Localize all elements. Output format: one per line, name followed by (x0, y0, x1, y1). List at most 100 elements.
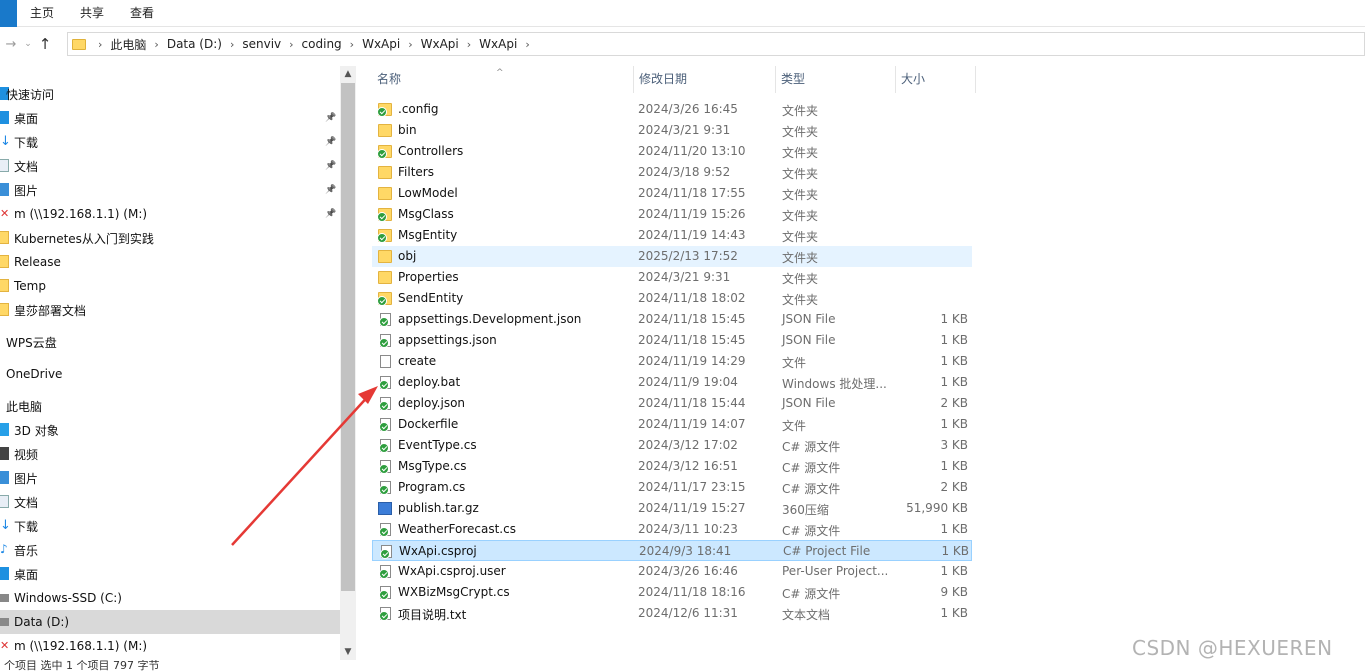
file-row[interactable]: appsettings.json 2024/11/18 15:45 JSON Fil… (372, 330, 972, 351)
chevron-right-icon[interactable]: › (152, 38, 160, 51)
file-row[interactable]: WxApi.csproj.user 2024/3/26 16:46 Per-User… (372, 561, 972, 582)
sidebar-item[interactable]: Release (0, 250, 340, 274)
chevron-right-icon[interactable]: › (465, 38, 473, 51)
file-row[interactable]: obj 2025/2/13 17:52 文件夹 (372, 246, 972, 267)
sidebar-item[interactable]: WPS云盘 (0, 330, 340, 354)
column-header-type[interactable]: 类型 (776, 66, 896, 93)
sidebar-item[interactable]: Windows-SSD (C:) (0, 586, 340, 610)
sidebar-item[interactable]: 文档 📌 (0, 154, 340, 178)
breadcrumb-this-pc[interactable]: 此电脑 (104, 36, 152, 53)
scrollbar-thumb[interactable] (341, 83, 355, 591)
file-type: 文件夹 (782, 188, 819, 202)
scroll-down-icon[interactable]: ▼ (340, 647, 356, 657)
sidebar-item[interactable]: 桌面 (0, 562, 340, 586)
breadcrumb-senviv[interactable]: senviv (236, 37, 287, 51)
sidebar-item[interactable]: 此电脑 (0, 394, 340, 418)
tab-share[interactable]: 共享 (67, 0, 117, 27)
file-tab[interactable] (0, 0, 17, 27)
sidebar-item[interactable]: 文档 (0, 490, 340, 514)
sidebar-item[interactable]: Kubernetes从入门到实践 (0, 226, 340, 250)
sidebar-item-label: 图片 (14, 183, 39, 198)
file-row[interactable]: appsettings.Development.json 2024/11/18 1… (372, 309, 972, 330)
pin-icon[interactable]: 📌 (325, 185, 336, 195)
file-row[interactable]: LowModel 2024/11/18 17:55 文件夹 (372, 183, 972, 204)
file-row[interactable]: WeatherForecast.cs 2024/3/11 10:23 C# 源文件 1… (372, 519, 972, 540)
folder-icon (72, 38, 86, 50)
file-row[interactable]: SendEntity 2024/11/18 18:02 文件夹 (372, 288, 972, 309)
file-date: 2024/11/19 14:07 (638, 417, 746, 431)
file-size: 1 KB (940, 459, 968, 473)
file-row[interactable]: create 2024/11/19 14:29 文件 1 KB (372, 351, 972, 372)
tab-view[interactable]: 查看 (117, 0, 167, 27)
file-type: JSON File (782, 333, 836, 347)
file-date: 2024/11/17 23:15 (638, 480, 746, 494)
breadcrumb-wxapi-1[interactable]: WxApi (356, 37, 406, 51)
chevron-right-icon[interactable]: › (348, 38, 356, 51)
sidebar-item[interactable]: 图片 (0, 466, 340, 490)
sidebar-item[interactable]: 皇莎部署文档 (0, 298, 340, 322)
file-row[interactable]: 项目说明.txt 2024/12/6 11:31 文本文档 1 KB (372, 603, 972, 624)
forward-arrow-icon[interactable]: → (0, 37, 22, 52)
sidebar-item-label: m (\\192.168.1.1) (M:) (14, 639, 148, 653)
file-row[interactable]: Dockerfile 2024/11/19 14:07 文件 1 KB (372, 414, 972, 435)
file-type: 360压缩 (782, 503, 829, 517)
up-arrow-icon[interactable]: ↑ (34, 35, 56, 53)
file-row[interactable]: .config 2024/3/26 16:45 文件夹 (372, 99, 972, 120)
tab-home[interactable]: 主页 (17, 0, 67, 27)
pin-icon[interactable]: 📌 (325, 161, 336, 171)
scroll-up-icon[interactable]: ▲ (340, 69, 356, 79)
navigation-pane-scrollbar[interactable]: ▲ ▼ (340, 66, 356, 660)
sidebar-item[interactable]: ♪ 音乐 (0, 538, 340, 562)
file-row[interactable]: WXBizMsgCrypt.cs 2024/11/18 18:16 C# 源文件 9 … (372, 582, 972, 603)
breadcrumb-wxapi-2[interactable]: WxApi (415, 37, 465, 51)
sidebar-item-label: 下载 (14, 519, 39, 534)
column-header-date[interactable]: 修改日期 (634, 66, 776, 93)
file-row[interactable]: MsgEntity 2024/11/19 14:43 文件夹 (372, 225, 972, 246)
chevron-right-icon[interactable]: › (287, 38, 295, 51)
sidebar-item[interactable]: ✕ m (\\192.168.1.1) (M:) (0, 634, 340, 658)
file-row[interactable]: publish.tar.gz 2024/11/19 15:27 360压缩 51,99… (372, 498, 972, 519)
file-date: 2024/11/18 18:16 (638, 585, 746, 599)
sync-check-icon (379, 464, 389, 474)
sidebar-item[interactable]: Temp (0, 274, 340, 298)
file-row[interactable]: EventType.cs 2024/3/12 17:02 C# 源文件 3 KB (372, 435, 972, 456)
recent-chevron-icon[interactable]: ⌄ (22, 39, 34, 49)
file-icon (379, 397, 391, 411)
breadcrumb-wxapi-3[interactable]: WxApi (473, 37, 523, 51)
sidebar-item[interactable]: OneDrive (0, 362, 340, 386)
address-bar[interactable]: › 此电脑 › Data (D:) › senviv › coding › Wx… (67, 32, 1365, 56)
sidebar-item[interactable]: 图片 📌 (0, 178, 340, 202)
folder-icon (377, 229, 392, 243)
sidebar-item[interactable]: 桌面 📌 (0, 106, 340, 130)
column-header-size[interactable]: 大小 (896, 66, 976, 93)
sidebar-item[interactable]: 3D 对象 (0, 418, 340, 442)
file-row[interactable]: MsgType.cs 2024/3/12 16:51 C# 源文件 1 KB (372, 456, 972, 477)
pin-icon[interactable]: 📌 (325, 137, 336, 147)
chevron-right-icon[interactable]: › (523, 38, 531, 51)
sidebar-item[interactable]: ↓ 下载 (0, 514, 340, 538)
file-row[interactable]: Program.cs 2024/11/17 23:15 C# 源文件 2 KB (372, 477, 972, 498)
breadcrumb-coding[interactable]: coding (296, 37, 348, 51)
file-row[interactable]: Controllers 2024/11/20 13:10 文件夹 (372, 141, 972, 162)
column-header-name[interactable]: 名称 ^ (372, 66, 634, 93)
breadcrumb-data-drive[interactable]: Data (D:) (161, 37, 228, 51)
file-row[interactable]: MsgClass 2024/11/19 15:26 文件夹 (372, 204, 972, 225)
chevron-right-icon: › (98, 37, 103, 51)
file-row[interactable]: bin 2024/3/21 9:31 文件夹 (372, 120, 972, 141)
desktop-icon (0, 567, 9, 580)
file-row[interactable]: deploy.bat 2024/11/9 19:04 Windows 批处理... 1… (372, 372, 972, 393)
chevron-right-icon[interactable]: › (406, 38, 414, 51)
file-row[interactable]: WxApi.csproj 2024/9/3 18:41 C# Project Fil… (372, 540, 972, 561)
file-row[interactable]: deploy.json 2024/11/18 15:44 JSON File 2 KB (372, 393, 972, 414)
chevron-right-icon[interactable]: › (228, 38, 236, 51)
sidebar-item[interactable]: ✕ m (\\192.168.1.1) (M:) 📌 (0, 202, 340, 226)
file-name: MsgType.cs (398, 459, 467, 473)
file-row[interactable]: Properties 2024/3/21 9:31 文件夹 (372, 267, 972, 288)
sidebar-item[interactable]: 快速访问 (0, 82, 340, 106)
sidebar-item[interactable]: 视频 (0, 442, 340, 466)
sidebar-item[interactable]: Data (D:) (0, 610, 340, 634)
pin-icon[interactable]: 📌 (325, 113, 336, 123)
sidebar-item[interactable]: ↓ 下载 📌 (0, 130, 340, 154)
file-row[interactable]: Filters 2024/3/18 9:52 文件夹 (372, 162, 972, 183)
pin-icon[interactable]: 📌 (325, 209, 336, 219)
